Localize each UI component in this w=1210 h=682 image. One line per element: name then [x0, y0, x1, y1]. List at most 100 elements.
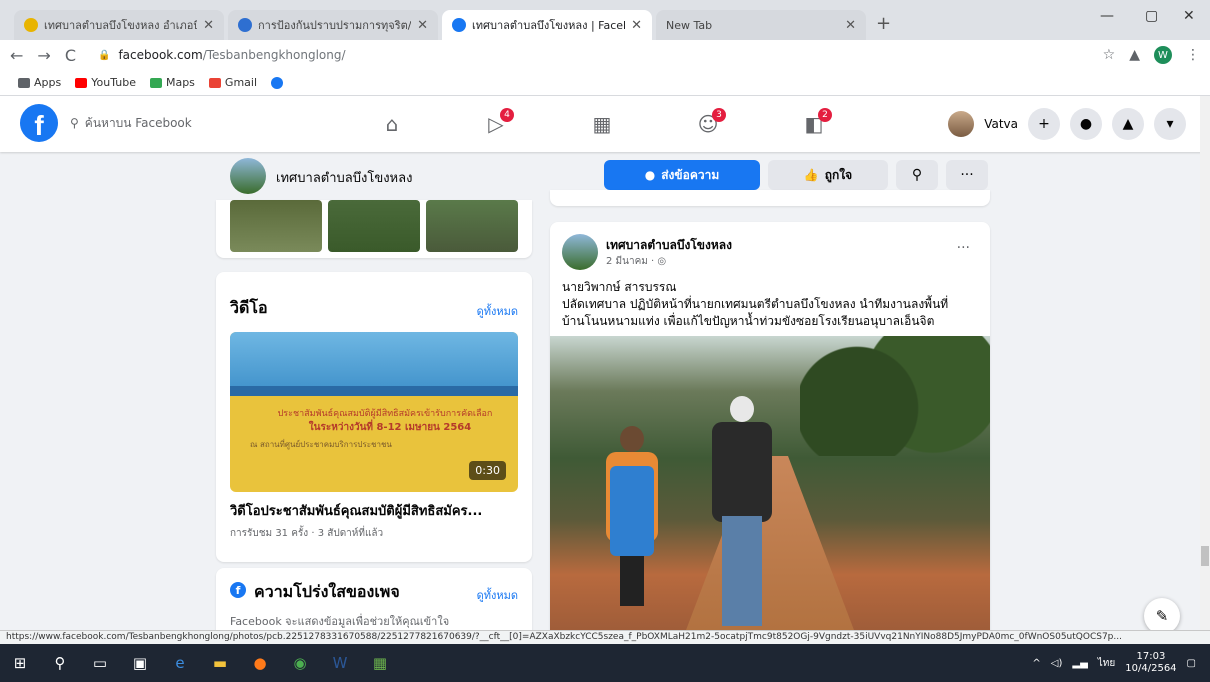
user-avatar[interactable] — [948, 111, 975, 137]
notifications-icon[interactable]: ▲ — [1112, 108, 1144, 140]
plus-icon[interactable]: + — [1028, 108, 1060, 140]
address-bar[interactable]: 🔒 facebook.com/Tesbanbengkhonglong/ — [90, 44, 1089, 66]
account-menu-icon[interactable]: ▾ — [1154, 108, 1186, 140]
tray-chevron-icon[interactable]: ^ — [1032, 658, 1040, 669]
profile-avatar[interactable]: W — [1154, 46, 1172, 64]
word-icon[interactable]: W — [320, 644, 360, 682]
messenger-icon[interactable]: ● — [1070, 108, 1102, 140]
browser-tab-1[interactable]: เทศบาลตำบลบึงโขงหลง อำเภอบึงโขง ✕ — [14, 10, 224, 40]
chrome-icon[interactable]: ◉ — [280, 644, 320, 682]
photo-thumbnail[interactable] — [328, 200, 420, 252]
volume-icon[interactable]: ◁) — [1051, 658, 1063, 669]
star-icon[interactable]: ☆ — [1103, 47, 1116, 63]
store-icon[interactable]: ▣ — [120, 644, 160, 682]
close-tab-icon[interactable]: ✕ — [203, 18, 214, 33]
language-indicator[interactable]: ไทย — [1098, 656, 1115, 671]
thumbnail-skyline — [230, 386, 518, 396]
reload-icon[interactable]: C — [65, 46, 76, 65]
info-icon: f — [230, 582, 246, 598]
clock-date: 10/4/2564 — [1125, 663, 1177, 674]
tab-title: เทศบาลตำบลบึงโขงหลง อำเภอบึงโขง — [44, 19, 198, 32]
search-placeholder: ค้นหาบน Facebook — [84, 115, 192, 130]
videos-heading: วิดีโอ — [230, 298, 268, 317]
video-title[interactable]: วิดีโอประชาสัมพันธ์คุณสมบัติผู้มีสิทธิสม… — [230, 500, 520, 521]
file-explorer-icon[interactable]: ▬ — [200, 644, 240, 682]
facebook-logo[interactable]: f — [20, 104, 58, 142]
tab-favicon — [238, 18, 252, 32]
photo-thumbnail[interactable] — [230, 200, 322, 252]
messenger-icon: ● — [644, 168, 656, 182]
search-icon[interactable]: ⚲ — [40, 644, 80, 682]
network-icon[interactable]: ▂▄ — [1072, 658, 1087, 669]
video-thumbnail[interactable]: ประชาสัมพันธ์คุณสมบัติผู้มีสิทธิสมัครเข้… — [230, 332, 518, 492]
browser-tab-3[interactable]: เทศบาลตำบลบึงโขงหลง | Facebook ✕ — [442, 10, 652, 40]
nav-gaming[interactable]: ◧ 2 — [794, 106, 834, 142]
bookmark-label: Apps — [34, 76, 62, 89]
photo-person — [600, 426, 664, 606]
bookmark-facebook[interactable] — [271, 76, 284, 89]
more-icon: ··· — [960, 167, 974, 183]
menu-icon[interactable]: ⋮ — [1186, 47, 1200, 63]
search-icon: ⚲ — [911, 167, 923, 183]
videos-see-all-link[interactable]: ดูทั้งหมด — [477, 302, 518, 320]
facebook-search[interactable]: ⚲ ค้นหาบน Facebook — [70, 108, 210, 138]
task-view-icon[interactable]: ▭ — [80, 644, 120, 682]
app-icon[interactable]: ▦ — [360, 644, 400, 682]
new-tab-icon[interactable]: + — [876, 13, 891, 34]
firefox-icon[interactable]: ● — [240, 644, 280, 682]
transparency-card: f ความโปร่งใสของเพจ ดูทั้งหมด Facebook จ… — [216, 568, 532, 638]
back-icon[interactable]: ← — [10, 46, 23, 65]
transparency-see-all-link[interactable]: ดูทั้งหมด — [477, 586, 518, 604]
videos-card: วิดีโอ ดูทั้งหมด ประชาสัมพันธ์คุณสมบัติผ… — [216, 272, 532, 562]
button-label: ถูกใจ — [824, 167, 853, 182]
edge-icon[interactable]: e — [160, 644, 200, 682]
nav-watch[interactable]: ▷ 4 — [476, 106, 516, 142]
forward-icon[interactable]: → — [37, 46, 50, 65]
more-options-button[interactable]: ··· — [946, 160, 988, 190]
extensions-icon[interactable]: ▲ — [1129, 47, 1140, 63]
page-avatar[interactable] — [230, 158, 266, 194]
post-author-avatar[interactable] — [562, 234, 598, 270]
photo-thumbnail[interactable] — [426, 200, 518, 252]
gmail-icon — [208, 77, 221, 88]
page-search-button[interactable]: ⚲ — [896, 160, 938, 190]
windows-start-icon[interactable]: ⊞ — [0, 644, 40, 682]
scrollbar-thumb[interactable] — [1201, 546, 1209, 566]
user-name[interactable]: Vatva — [984, 117, 1018, 131]
post-photo[interactable] — [550, 336, 990, 642]
close-window-icon[interactable]: ✕ — [1183, 8, 1195, 24]
bookmark-maps[interactable]: Maps — [149, 76, 195, 89]
browser-tab-4[interactable]: New Tab ✕ — [656, 10, 866, 40]
maximize-icon[interactable]: ▢ — [1145, 8, 1158, 24]
scrollbar[interactable] — [1200, 96, 1210, 642]
send-message-button[interactable]: ● ส่งข้อความ — [604, 160, 760, 190]
clock[interactable]: 17:03 10/4/2564 — [1125, 651, 1176, 675]
notification-center-icon[interactable]: ▢ — [1187, 658, 1196, 669]
nav-marketplace[interactable]: ▦ — [582, 106, 622, 142]
like-button[interactable]: 👍 ถูกใจ — [768, 160, 888, 190]
nav-home[interactable]: ⌂ — [372, 106, 412, 142]
bookmark-label: Gmail — [224, 76, 258, 89]
nav-groups[interactable]: ☺ 3 — [688, 106, 728, 142]
minimize-icon[interactable]: — — [1100, 8, 1114, 24]
bookmark-youtube[interactable]: YouTube — [75, 76, 136, 89]
post-options-icon[interactable]: ··· — [957, 240, 970, 256]
post-author[interactable]: เทศบาลตำบลบึงโขงหลง — [606, 236, 732, 255]
close-tab-icon[interactable]: ✕ — [631, 18, 642, 33]
thumbnail-text-3: ณ สถานที่ศูนย์ประชาคมบริการประชาชน — [250, 440, 392, 449]
bookmarks-bar: Apps YouTube Maps Gmail — [0, 70, 1210, 96]
post-date[interactable]: 2 มีนาคม · ◎ — [606, 254, 666, 269]
close-tab-icon[interactable]: ✕ — [845, 18, 856, 33]
new-message-button[interactable]: ✎ — [1144, 598, 1180, 634]
bookmark-label: Maps — [165, 76, 195, 89]
transparency-description: Facebook จะแสดงข้อมูลเพื่อช่วยให้คุณเข้า… — [230, 615, 450, 628]
photo-person — [710, 396, 774, 626]
transparency-heading: ความโปร่งใสของเพจ — [254, 582, 400, 601]
bookmark-gmail[interactable]: Gmail — [208, 76, 258, 89]
photo-trees — [800, 336, 990, 456]
page-name[interactable]: เทศบาลตำบลบึงโขงหลง — [276, 167, 412, 188]
close-tab-icon[interactable]: ✕ — [417, 18, 428, 33]
video-meta: การรับชม 31 ครั้ง · 3 สัปดาห์ที่แล้ว — [230, 528, 384, 539]
browser-tab-2[interactable]: การป้องกันปราบปรามการทุจริต/หน่วยงาน ✕ — [228, 10, 438, 40]
bookmark-apps[interactable]: Apps — [18, 76, 61, 89]
